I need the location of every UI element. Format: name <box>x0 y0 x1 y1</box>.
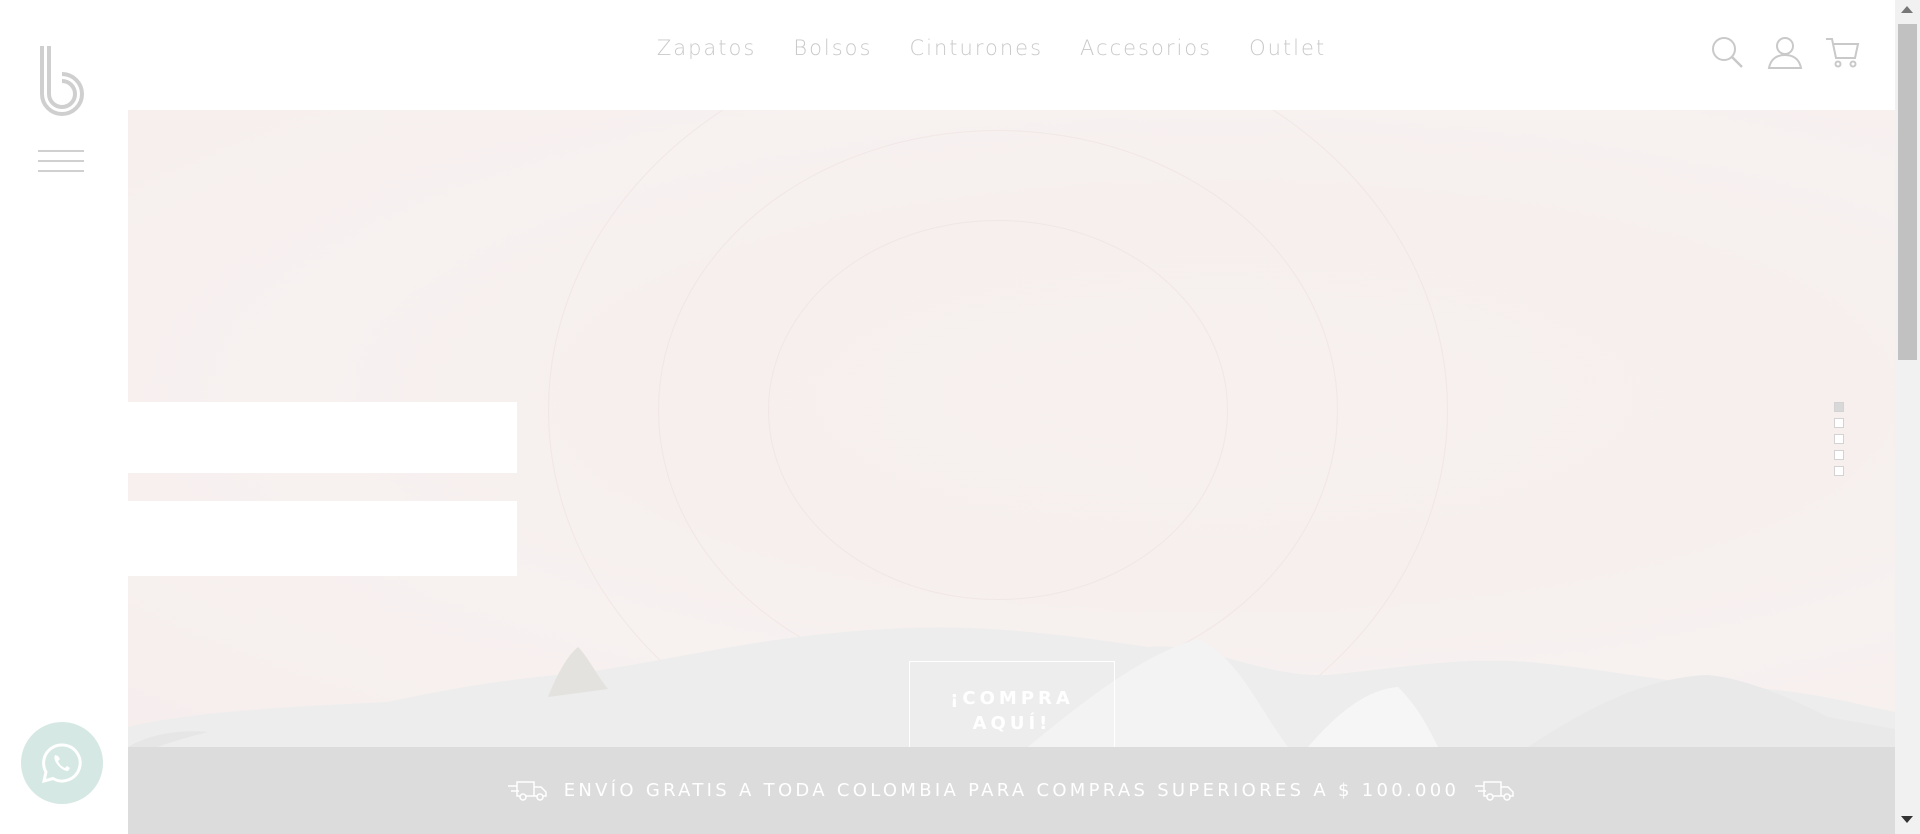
slider-dot-4[interactable] <box>1834 450 1844 460</box>
page-scrollbar[interactable] <box>1895 0 1920 834</box>
hero-decor-ring <box>768 220 1228 600</box>
nav-item-cinturones[interactable]: Cinturones <box>909 36 1043 60</box>
hero-banner: ¡COMPRA AQUÍ! <box>128 110 1895 747</box>
scroll-up-arrow-icon[interactable] <box>1901 6 1913 13</box>
scroll-down-arrow-icon[interactable] <box>1901 816 1913 823</box>
header-actions <box>1709 34 1861 70</box>
delivery-truck-icon <box>1475 780 1515 801</box>
brand-logo-icon[interactable] <box>38 44 88 116</box>
slider-dot-1[interactable] <box>1834 402 1844 412</box>
whatsapp-button[interactable] <box>21 722 103 804</box>
nav-item-accesorios[interactable]: Accesorios <box>1080 36 1212 60</box>
hero-text-placeholder-1 <box>128 402 517 473</box>
left-rail <box>0 0 128 834</box>
free-shipping-bar: ENVÍO GRATIS A TODA COLOMBIA PARA COMPRA… <box>128 747 1895 834</box>
free-shipping-text: ENVÍO GRATIS A TODA COLOMBIA PARA COMPRA… <box>563 780 1460 801</box>
site-header: Zapatos Bolsos Cinturones Accesorios Out… <box>128 0 1895 110</box>
whatsapp-icon <box>41 743 82 784</box>
slider-dot-5[interactable] <box>1834 466 1844 476</box>
shop-now-line2: AQUÍ! <box>972 713 1052 734</box>
scrollbar-thumb[interactable] <box>1898 24 1917 360</box>
shop-now-line1: ¡COMPRA <box>950 688 1074 709</box>
nav-item-outlet[interactable]: Outlet <box>1249 36 1326 60</box>
menu-hamburger-icon[interactable] <box>38 150 84 172</box>
main-nav: Zapatos Bolsos Cinturones Accesorios Out… <box>128 36 1895 60</box>
search-icon[interactable] <box>1709 34 1745 70</box>
user-icon[interactable] <box>1767 34 1803 70</box>
cart-icon[interactable] <box>1825 34 1861 70</box>
delivery-truck-icon <box>507 780 547 801</box>
slider-dot-2[interactable] <box>1834 418 1844 428</box>
nav-item-bolsos[interactable]: Bolsos <box>793 36 872 60</box>
slider-pagination <box>1834 402 1844 476</box>
shop-now-button[interactable]: ¡COMPRA AQUÍ! <box>909 661 1115 747</box>
slider-dot-3[interactable] <box>1834 434 1844 444</box>
nav-item-zapatos[interactable]: Zapatos <box>657 36 756 60</box>
hero-text-placeholder-2 <box>128 501 517 576</box>
